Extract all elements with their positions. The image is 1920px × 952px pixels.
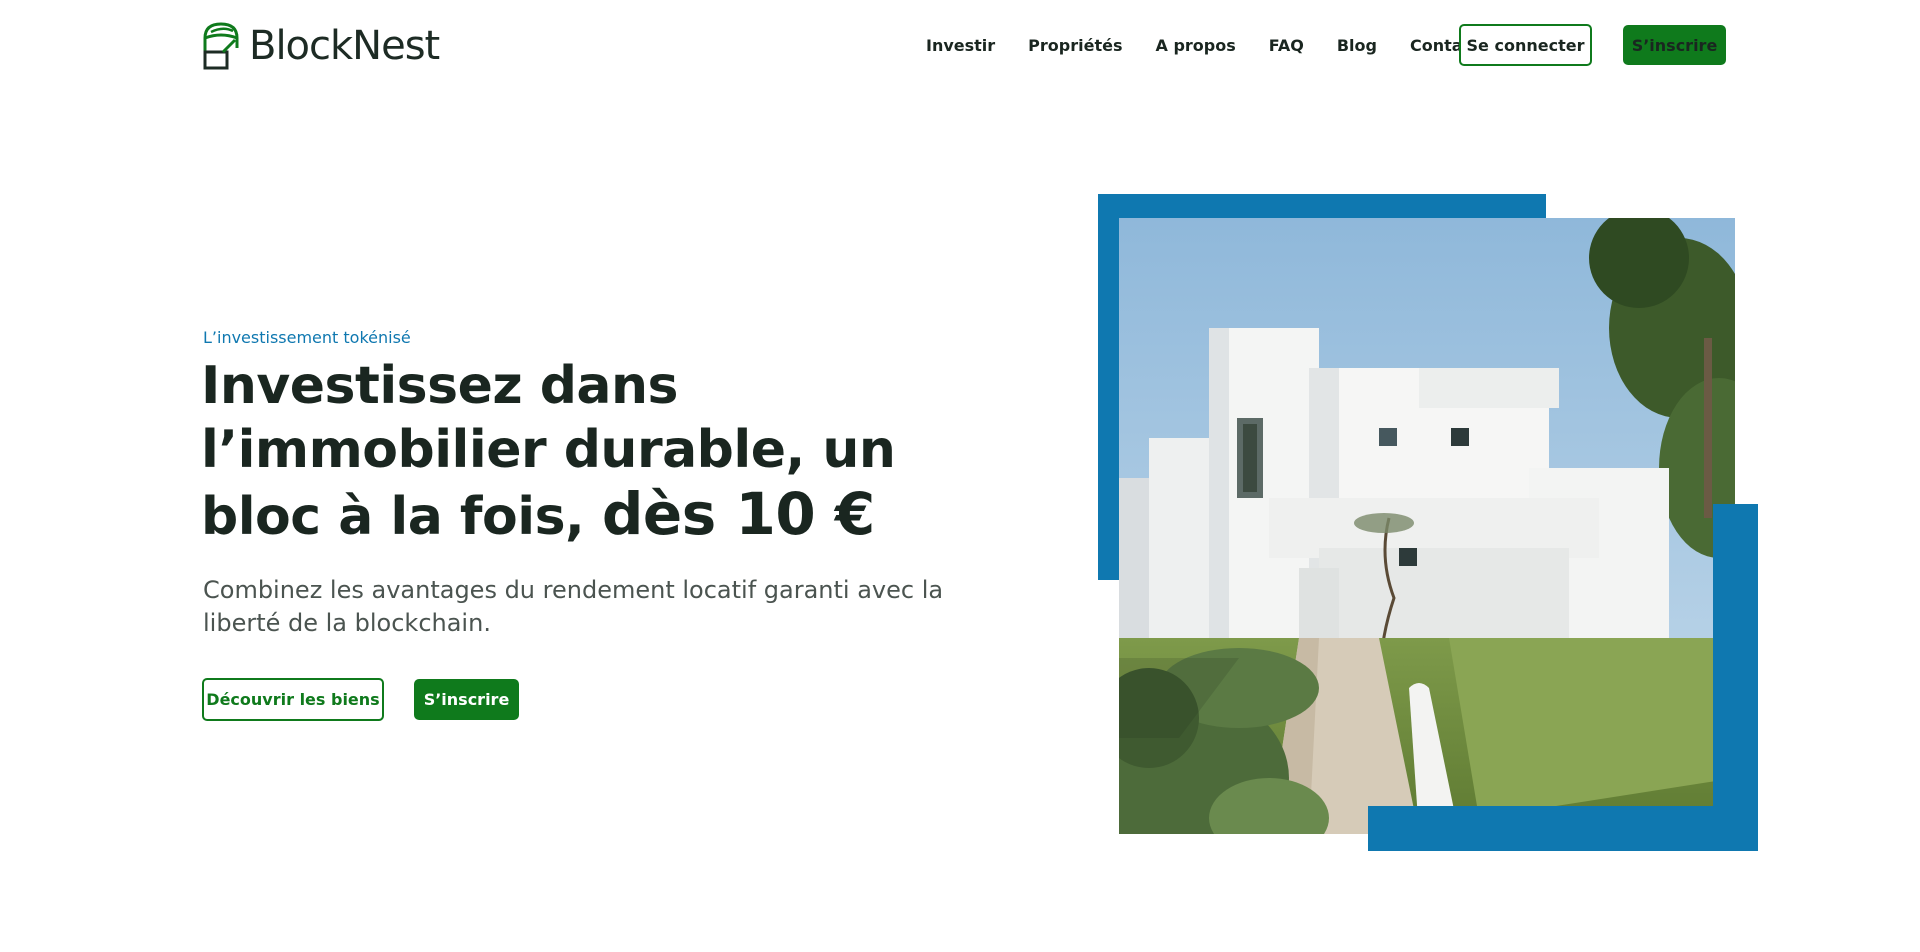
nav-proprietes[interactable]: Propriétés <box>1028 36 1122 55</box>
house-photo <box>1119 218 1735 834</box>
nav-investir[interactable]: Investir <box>926 36 995 55</box>
main-nav: Investir Propriétés A propos FAQ Blog Co… <box>926 24 1726 66</box>
signup-button-hero[interactable]: S’inscrire <box>414 679 519 720</box>
nav-faq[interactable]: FAQ <box>1269 36 1304 55</box>
login-button[interactable]: Se connecter <box>1459 24 1592 66</box>
hero-title: Investissez dans l’immobilier durable, u… <box>201 354 981 549</box>
brand-name: BlockNest <box>249 23 440 69</box>
hero-eyebrow: L’investissement tokénisé <box>203 328 411 347</box>
frame-right <box>1713 504 1758 831</box>
site-header: BlockNest Investir Propriétés A propos F… <box>0 0 1920 90</box>
brand-logo[interactable]: BlockNest <box>201 18 440 70</box>
discover-properties-button[interactable]: Découvrir les biens <box>202 678 384 721</box>
nest-logo-icon <box>203 22 239 70</box>
frame-bottom <box>1368 806 1758 851</box>
house-image <box>1119 218 1735 834</box>
signup-button-header[interactable]: S’inscrire <box>1623 25 1726 65</box>
nav-a-propos[interactable]: A propos <box>1155 36 1235 55</box>
hero-subtitle: Combinez les avantages du rendement loca… <box>203 576 944 637</box>
hero-visual <box>1098 194 1758 854</box>
nav-blog[interactable]: Blog <box>1337 36 1377 55</box>
hero-title-accent: dès 10 € <box>601 480 875 548</box>
